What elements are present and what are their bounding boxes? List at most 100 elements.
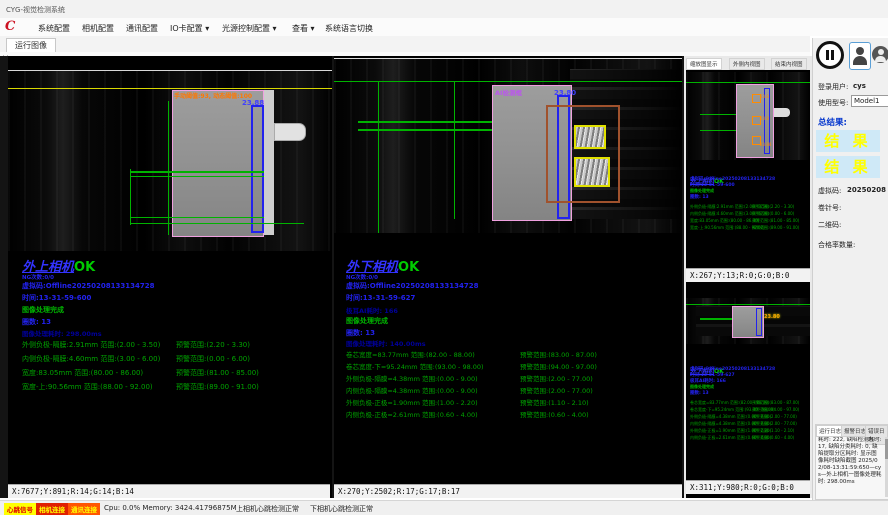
measure-row: 内侧负极-隔膜:4.60mm 范围:(3.00 - 6.00) [22, 354, 160, 364]
ai-box-label: AI检测框 [495, 87, 522, 97]
electrode-tab [774, 108, 790, 117]
pass-rate-label: 合格率数量: [818, 240, 855, 250]
thumb-tab-strip: 缩放图显示 外侧内视图 结束内视图 [685, 58, 811, 69]
measure-green-line [130, 171, 264, 173]
warn-range: 预警范围:(94.00 - 97.00) [752, 407, 799, 413]
heartbeat-badge: 心跳信号 [4, 503, 36, 515]
menu-language[interactable]: 系统语言切换 [325, 23, 373, 34]
vcode-value: 20250208 [847, 186, 886, 194]
baseline-green-line [686, 304, 810, 305]
measure-row: 卷芯宽度=83.77mm 范围:(82.00 - 88.00) [346, 349, 475, 359]
measure-green-line [700, 114, 736, 115]
thumb-bottom-statusbar: X:311;Y:980;R:0;G:0;B:0 [686, 480, 810, 494]
menu-bar: C 系统配置 相机配置 通讯配置 IO卡配置 ▾ 光源控制配置 ▾ 查看 ▾ 系… [0, 18, 888, 36]
warn-range: 预警范围:(1.10 - 2.10) [520, 397, 589, 407]
menu-camera-config[interactable]: 相机配置 [82, 23, 114, 34]
measure-blue-box [756, 308, 762, 336]
camera-link-badge: 相机连接 [36, 503, 68, 515]
measure-green-line [358, 121, 492, 123]
mark-label: 23.88 [760, 142, 771, 147]
thumb-bottom-image[interactable]: 23.80 [686, 298, 810, 344]
upper-camera-image[interactable]: 手动阈值:93, 动态阈值:100 23.88 [8, 70, 332, 251]
warn-range: 预警范围:(89.00 - 91.00) [176, 382, 259, 392]
pause-icon [826, 50, 829, 60]
warn-range: 预警范围:(94.00 - 97.00) [520, 361, 597, 371]
account-button[interactable] [872, 46, 888, 63]
comm-link-badge: 通讯连接 [68, 503, 100, 515]
upper-camera-panel: 手动阈值:93, 动态阈值:100 23.88 外上相机OK NG次数:0/0 … [8, 56, 332, 498]
capture-time: 时间:13-31-59-627 [346, 293, 415, 303]
ok-flag: OK [398, 260, 419, 275]
title-bar: CYG-视觉检测系统 [0, 0, 888, 19]
measure-row: 卷芯宽度-下=95.24mm 范围:(93.00 - 98.00) [346, 361, 484, 371]
thumb-top-panel: 23.8 23.8 23.88 外上相机OK 虚拟码:Offline202502… [686, 70, 810, 498]
measure-row: 宽度:83.05mm 范围:(80.00 - 86.00) [690, 218, 759, 224]
upper-cam-heartbeat: 上相机心跳检测正常 [236, 504, 299, 514]
account-icon [878, 49, 884, 55]
window-title: CYG-视觉检测系统 [6, 5, 65, 15]
warn-range: 预警范围:(0.60 - 4.00) [752, 435, 794, 441]
measure-green-line [130, 223, 304, 224]
measure-green-vline [168, 101, 169, 235]
warn-range: 预警范围:(2.00 - 77.00) [752, 421, 797, 427]
user-panel-button[interactable] [849, 42, 871, 70]
lower-camera-image[interactable]: AI检测框 23.80 [334, 58, 682, 233]
menu-system-config[interactable]: 系统配置 [38, 23, 70, 34]
menu-comm-config[interactable]: 通讯配置 [126, 23, 158, 34]
measure-green-vline [378, 81, 379, 233]
baseline-green-line [334, 81, 682, 82]
tab-strip: 运行图像 [0, 36, 810, 53]
vcode-label: 虚拟码: [818, 186, 841, 196]
baseline-yellow-line [8, 88, 332, 89]
thumb-tab-outer[interactable]: 外侧内视图 [729, 58, 765, 70]
measure-row: 外侧负极-隔膜:2.91mm 范围:(2.00 - 3.50) [22, 340, 160, 350]
virtual-code: 虚拟码:Offline20250208133134728 [22, 281, 155, 291]
measure-green-vline [454, 81, 455, 219]
measure-row: 内侧负极-正极=2.61mm 范围:(0.60 - 4.00) [346, 409, 478, 419]
user-icon-body [853, 56, 867, 65]
measure-green-line [700, 318, 732, 320]
bottom-status-bar: 心跳信号 相机连接 通讯连接 Cpu: 0.0% Memory: 3424.41… [0, 500, 888, 515]
menu-light-config[interactable]: 光源控制配置 ▾ [222, 23, 277, 34]
measure-row: 宽度:83.05mm 范围:(80.00 - 86.00) [22, 368, 143, 378]
measure-row: 外侧负极-隔膜=4.38mm 范围:(0.00 - 9.00) [346, 373, 478, 383]
model-input[interactable]: Model1 [851, 95, 888, 107]
process-elapsed: 图像处理耗时: 298.00ms [22, 328, 102, 338]
app-logo-icon: C [5, 19, 15, 34]
warn-range: 预警范围:(89.00 - 91.00) [752, 225, 799, 231]
turn-count: 圈数: 13 [690, 194, 709, 200]
ai-detect-box [546, 105, 620, 203]
tab-run-image[interactable]: 运行图像 [6, 38, 56, 53]
warn-range: 预警范围:(0.00 - 6.00) [176, 354, 250, 364]
electrode-tab [274, 123, 306, 141]
mark-label: 23.8 [760, 116, 769, 121]
thumb-tab-end[interactable]: 结束内视图 [771, 58, 807, 70]
log-tab-run[interactable]: 运行日志 [816, 425, 844, 437]
warn-range: 预警范围:(81.00 - 85.00) [752, 218, 799, 224]
warn-range: 预警范围:(83.00 - 87.00) [520, 349, 597, 359]
pause-button[interactable] [816, 41, 844, 69]
process-done: 图像处理完成 [346, 316, 388, 326]
process-done: 图像处理完成 [22, 305, 64, 315]
thumb-tab-zoom[interactable]: 缩放图显示 [686, 58, 722, 70]
measure-green-line [700, 130, 736, 131]
log-box: 运行日志 报警日志 错误日志 耗时: 222, 缺陷检测耗时: 17, 缺陷分类… [815, 424, 888, 500]
warn-range: 预警范围:(2.00 - 77.00) [520, 373, 593, 383]
result-indicator-2: 结 果 [816, 156, 880, 178]
tab-detect-box [574, 125, 606, 149]
total-result-label: 总结果: [818, 116, 847, 128]
ng-count: NG次数:0/0 [22, 273, 54, 281]
measure-green-line [130, 217, 264, 218]
lower-camera-panel: AI检测框 23.80 外下相机OK NG次数:0/0 虚拟码:Offline2… [334, 56, 682, 498]
thumb-top-statusbar: X:267;Y:13;R:0;G:0;B:0 [686, 268, 810, 282]
qrcode-label: 二维码: [818, 220, 841, 230]
measure-row: 外侧负极-正极=1.90mm 范围:(1.00 - 2.20) [346, 397, 478, 407]
measure-green-line [358, 129, 492, 131]
mark-label: 23.80 [764, 314, 780, 320]
thumb-top-image[interactable]: 23.8 23.8 23.88 [686, 72, 810, 160]
user-icon [856, 47, 864, 55]
measure-blue-box [251, 105, 264, 233]
menu-io-config[interactable]: IO卡配置 ▾ [170, 23, 209, 34]
menu-view[interactable]: 查看 ▾ [292, 23, 315, 34]
warn-range: 预警范围:(0.00 - 6.00) [752, 211, 794, 217]
